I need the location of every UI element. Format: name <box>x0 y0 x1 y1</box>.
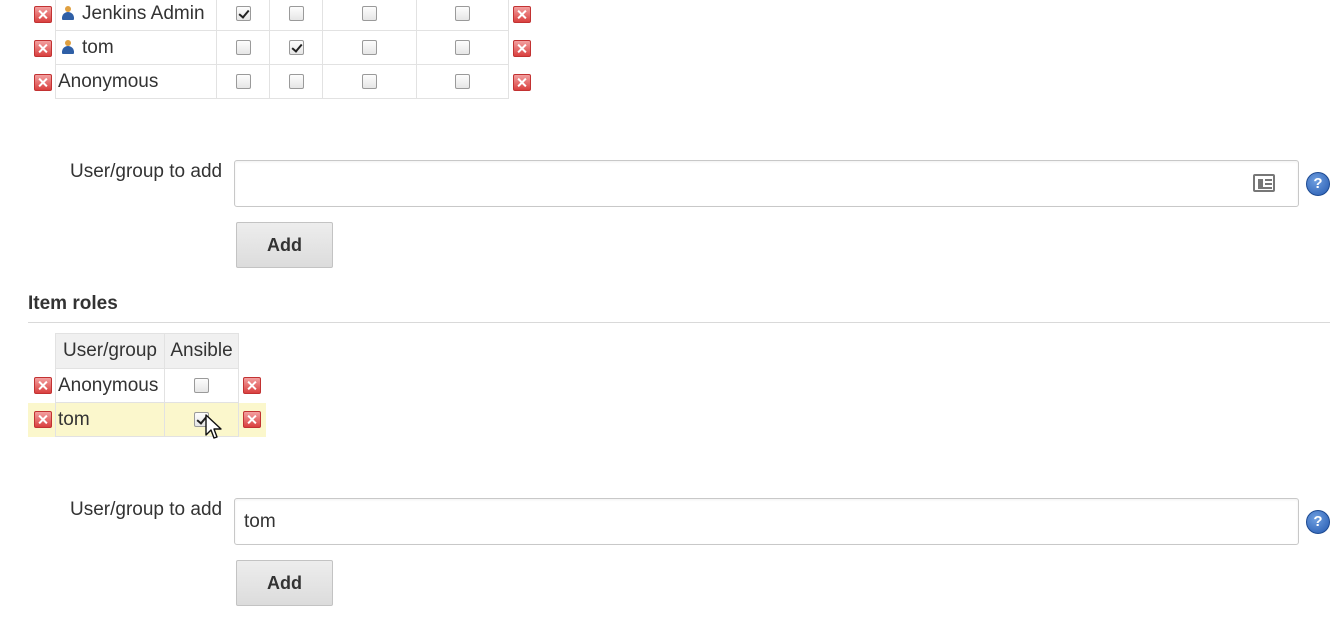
role-checkbox[interactable] <box>235 73 251 89</box>
table-row: Jenkins Admin <box>55 0 509 31</box>
column-header: Ansible <box>164 333 239 369</box>
section-divider <box>28 322 1330 323</box>
column-header: User/group <box>55 333 165 369</box>
role-checkbox[interactable] <box>194 377 209 393</box>
user-cell: Jenkins Admin <box>55 0 217 31</box>
table-row: tom <box>55 30 509 65</box>
role-checkbox[interactable] <box>235 5 251 21</box>
user-group-input[interactable] <box>234 160 1299 207</box>
delete-row-icon[interactable] <box>34 40 52 57</box>
table-row: Anonymous <box>55 368 239 403</box>
role-checkbox[interactable] <box>455 73 470 89</box>
delete-row-icon[interactable] <box>34 377 52 394</box>
role-checkbox[interactable] <box>362 73 377 89</box>
help-icon[interactable]: ? <box>1306 172 1330 196</box>
delete-row-icon[interactable] <box>34 74 52 91</box>
user-cell: tom <box>55 30 217 65</box>
delete-row-icon[interactable] <box>513 40 531 57</box>
table-row: Anonymous <box>55 64 509 99</box>
role-checkbox[interactable] <box>362 5 377 21</box>
delete-row-icon[interactable] <box>34 411 52 428</box>
delete-row-icon[interactable] <box>243 377 261 394</box>
help-icon[interactable]: ? <box>1306 510 1330 534</box>
user-group-to-add-label: User/group to add <box>70 161 223 182</box>
delete-row-icon[interactable] <box>34 6 52 23</box>
add-button[interactable]: Add <box>236 222 333 268</box>
user-icon <box>62 5 74 21</box>
user-cell: Anonymous <box>55 64 217 99</box>
add-button[interactable]: Add <box>236 560 333 606</box>
user-name: Anonymous <box>55 368 165 403</box>
delete-row-icon[interactable] <box>513 6 531 23</box>
global-roles-table-wrapper: Jenkins Admin tom Anonymous <box>55 0 509 99</box>
user-name: Jenkins Admin <box>82 2 205 24</box>
global-roles-table: Jenkins Admin tom Anonymous <box>55 0 509 99</box>
role-checkbox[interactable] <box>288 39 304 55</box>
role-checkbox[interactable] <box>235 39 251 55</box>
mouse-cursor-icon <box>205 414 222 439</box>
role-checkbox[interactable] <box>455 39 470 55</box>
user-name: tom <box>82 36 114 58</box>
role-checkbox[interactable] <box>288 5 304 21</box>
user-icon <box>62 39 74 55</box>
user-name: tom <box>55 402 165 437</box>
user-name: Anonymous <box>58 70 159 92</box>
user-group-to-add-label: User/group to add <box>70 499 223 520</box>
role-checkbox[interactable] <box>362 39 377 55</box>
contact-card-icon[interactable] <box>1253 174 1275 192</box>
item-roles-title: Item roles <box>28 293 118 314</box>
role-checkbox[interactable] <box>455 5 470 21</box>
delete-row-icon[interactable] <box>513 74 531 91</box>
user-group-input[interactable] <box>234 498 1299 545</box>
delete-row-icon[interactable] <box>243 411 261 428</box>
role-checkbox[interactable] <box>288 73 304 89</box>
